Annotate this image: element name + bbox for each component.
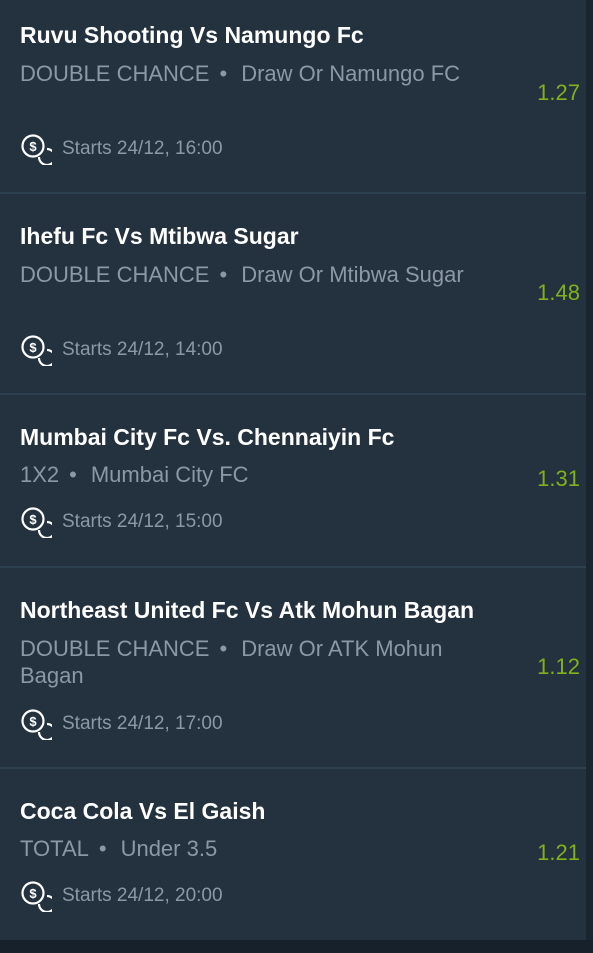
- odds-value[interactable]: 1.48: [537, 280, 580, 306]
- separator-dot: •: [98, 836, 107, 861]
- start-time: Starts 24/12, 16:00: [62, 138, 223, 159]
- match-title: Coca Cola Vs El Gaish: [20, 798, 266, 824]
- start-time: Starts 24/12, 14:00: [62, 339, 223, 360]
- start-time: Starts 24/12, 20:00: [62, 885, 223, 906]
- match-title: Northeast United Fc Vs Atk Mohun Bagan: [20, 597, 475, 623]
- market-type: 1X2: [20, 462, 60, 487]
- separator-dot: •: [69, 462, 77, 487]
- separator-dot: •: [219, 636, 228, 661]
- start-time: Starts 24/12, 15:00: [62, 511, 223, 532]
- bet-card[interactable]: Ruvu Shooting Vs Namungo Fc DOUBLE CHANC…: [0, 0, 586, 194]
- match-title: Mumbai City Fc Vs. Chennaiyin Fc: [20, 424, 395, 450]
- bottom-bar: [0, 940, 593, 953]
- match-title: Ruvu Shooting Vs Namungo Fc: [20, 22, 364, 48]
- bet-card[interactable]: Northeast United Fc Vs Atk Mohun Bagan D…: [0, 568, 586, 769]
- selection: Draw Or Namungo FC: [241, 61, 461, 86]
- market-line: TOTAL • Under 3.5: [20, 835, 495, 862]
- market-line: DOUBLE CHANCE • Draw Or ATK Mohun Bagan: [20, 635, 495, 689]
- start-time-row: $ Starts 24/12, 14:00: [20, 334, 223, 366]
- match-title: Ihefu Fc Vs Mtibwa Sugar: [20, 223, 299, 249]
- start-time-row: $ Starts 24/12, 16:00: [20, 133, 223, 165]
- odds-value[interactable]: 1.31: [537, 466, 580, 492]
- start-time-row: $ Starts 24/12, 20:00: [20, 880, 223, 912]
- bet-card[interactable]: Coca Cola Vs El Gaish TOTAL • Under 3.5 1.…: [0, 769, 586, 940]
- start-time-row: $ Starts 24/12, 15:00: [20, 506, 223, 538]
- market-type: DOUBLE CHANCE: [20, 61, 210, 86]
- selection: Draw Or Mtibwa Sugar: [241, 262, 464, 287]
- svg-text:$: $: [29, 714, 37, 729]
- market-type: DOUBLE CHANCE: [20, 262, 210, 287]
- selection: Under 3.5: [120, 836, 218, 861]
- odds-value[interactable]: 1.27: [537, 80, 580, 106]
- market-line: DOUBLE CHANCE • Draw Or Mtibwa Sugar: [20, 261, 495, 288]
- market-line: DOUBLE CHANCE • Draw Or Namungo FC: [20, 60, 495, 87]
- svg-text:$: $: [29, 886, 37, 901]
- svg-text:$: $: [29, 512, 37, 527]
- market-type: DOUBLE CHANCE: [20, 636, 210, 661]
- coins-icon: $: [21, 134, 52, 165]
- market-type: TOTAL: [20, 836, 89, 861]
- bet-card[interactable]: Ihefu Fc Vs Mtibwa Sugar DOUBLE CHANCE • D…: [0, 194, 586, 395]
- market-line: 1X2 • Mumbai City FC: [20, 461, 495, 488]
- separator-dot: •: [219, 262, 228, 287]
- bet-list: Ruvu Shooting Vs Namungo Fc DOUBLE CHANC…: [0, 0, 593, 940]
- start-time-row: $ Starts 24/12, 17:00: [20, 708, 223, 740]
- svg-text:$: $: [29, 340, 37, 355]
- coins-icon: $: [21, 709, 52, 740]
- odds-value[interactable]: 1.12: [537, 654, 580, 680]
- svg-text:$: $: [29, 139, 37, 154]
- bet-card[interactable]: Mumbai City Fc Vs. Chennaiyin Fc 1X2 • Mum…: [0, 395, 586, 568]
- odds-value[interactable]: 1.21: [537, 840, 580, 866]
- start-time: Starts 24/12, 17:00: [62, 713, 223, 734]
- selection: Mumbai City FC: [90, 462, 249, 487]
- coins-icon: $: [21, 507, 52, 538]
- coins-icon: $: [21, 881, 52, 912]
- separator-dot: •: [219, 61, 228, 86]
- coins-icon: $: [21, 335, 52, 366]
